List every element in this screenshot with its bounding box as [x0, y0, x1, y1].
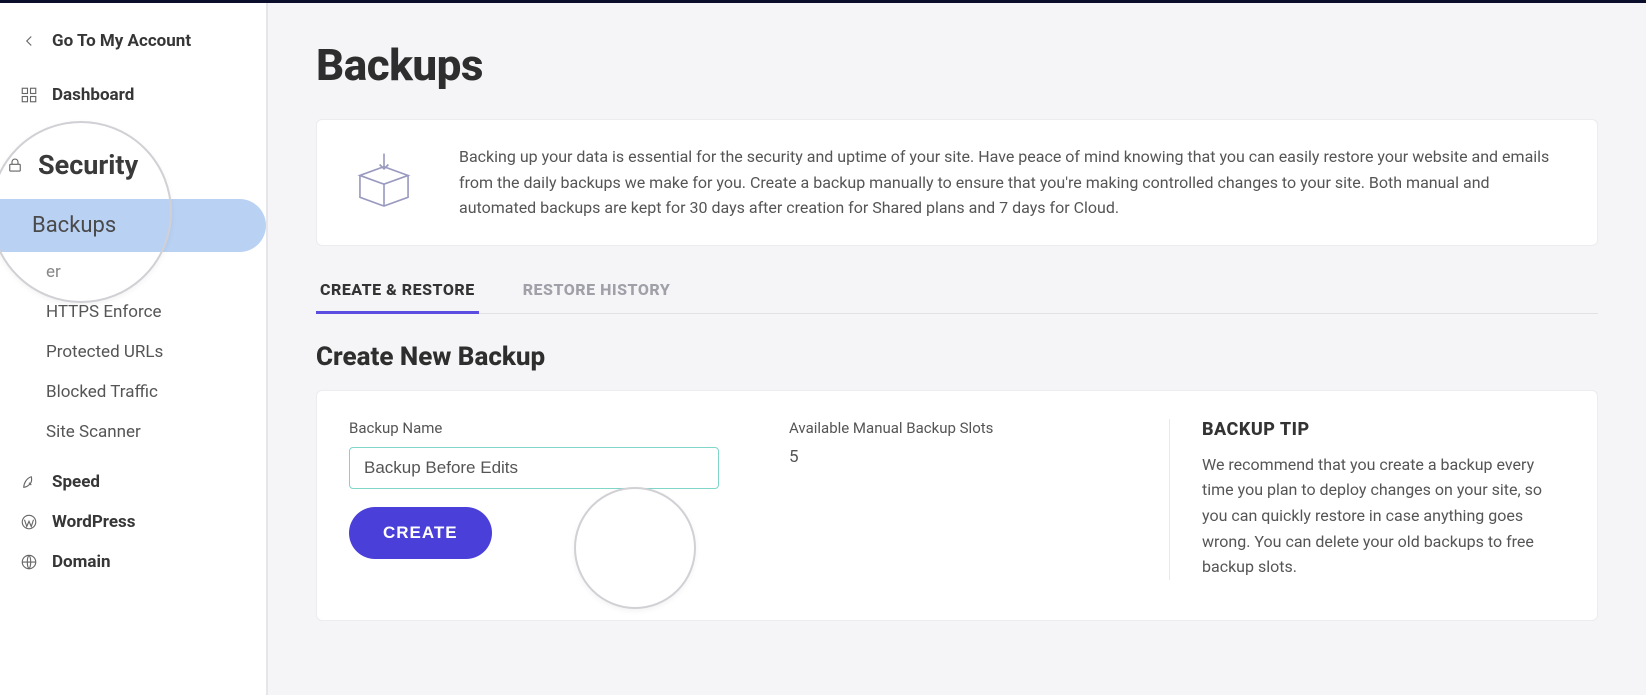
- go-to-account-label: Go To My Account: [52, 31, 191, 51]
- slots-label: Available Manual Backup Slots: [789, 419, 1129, 437]
- create-backup-panel: Backup Name CREATE Available Manual Back…: [316, 390, 1598, 621]
- info-card: Backing up your data is essential for th…: [316, 119, 1598, 246]
- box-icon: [349, 147, 419, 217]
- create-section-title: Create New Backup: [316, 342, 1598, 372]
- tip-text: We recommend that you create a backup ev…: [1202, 452, 1565, 580]
- sidebar-item-domain[interactable]: Domain: [0, 542, 266, 582]
- sidebar-item-label: Protected URLs: [46, 342, 163, 362]
- slots-value: 5: [789, 447, 1129, 467]
- sidebar-item-label: Backups: [32, 213, 116, 238]
- tab-label: CREATE & RESTORE: [320, 280, 475, 299]
- sidebar-item-backups[interactable]: Backups: [0, 199, 266, 252]
- tab-label: RESTORE HISTORY: [523, 280, 671, 299]
- rocket-icon: [20, 473, 38, 491]
- sidebar-item-wordpress[interactable]: WordPress: [0, 502, 266, 542]
- sidebar-item-label: Site Scanner: [46, 422, 141, 442]
- sidebar-item-https-enforce[interactable]: HTTPS Enforce: [0, 292, 266, 332]
- sidebar-item-security[interactable]: Security: [0, 129, 266, 199]
- sidebar-item-site-scanner[interactable]: Site Scanner: [0, 412, 266, 452]
- sidebar: Go To My Account Dashboard Security Back…: [0, 3, 268, 695]
- tip-title: BACKUP TIP: [1202, 419, 1565, 440]
- go-to-account-link[interactable]: Go To My Account: [0, 21, 266, 61]
- backup-name-input[interactable]: [349, 447, 719, 489]
- sidebar-item-truncated[interactable]: er: [0, 252, 266, 292]
- lock-icon: [6, 156, 24, 174]
- sidebar-item-label: er: [46, 262, 61, 282]
- arrow-left-icon: [20, 32, 38, 50]
- sidebar-item-label: HTTPS Enforce: [46, 302, 162, 322]
- info-text: Backing up your data is essential for th…: [459, 144, 1565, 221]
- main-content: Backups Backing up your data is essentia…: [268, 3, 1646, 695]
- dashboard-icon: [20, 86, 38, 104]
- sidebar-item-label: Blocked Traffic: [46, 382, 158, 402]
- tab-create-restore[interactable]: CREATE & RESTORE: [316, 268, 479, 314]
- globe-icon: [20, 553, 38, 571]
- sidebar-item-speed[interactable]: Speed: [0, 462, 266, 502]
- sidebar-item-label: Security: [38, 149, 138, 181]
- wordpress-icon: [20, 513, 38, 531]
- sidebar-item-blocked-traffic[interactable]: Blocked Traffic: [0, 372, 266, 412]
- sidebar-item-label: Domain: [52, 552, 111, 572]
- tabs: CREATE & RESTORE RESTORE HISTORY: [316, 268, 1598, 314]
- sidebar-item-label: Dashboard: [52, 85, 134, 105]
- sidebar-item-dashboard[interactable]: Dashboard: [0, 75, 266, 115]
- sidebar-item-label: Speed: [52, 472, 100, 492]
- create-button[interactable]: CREATE: [349, 507, 492, 559]
- tab-restore-history[interactable]: RESTORE HISTORY: [519, 268, 675, 313]
- sidebar-item-label: WordPress: [52, 512, 136, 532]
- backup-name-label: Backup Name: [349, 419, 749, 437]
- page-title: Backups: [316, 39, 1598, 91]
- sidebar-item-protected-urls[interactable]: Protected URLs: [0, 332, 266, 372]
